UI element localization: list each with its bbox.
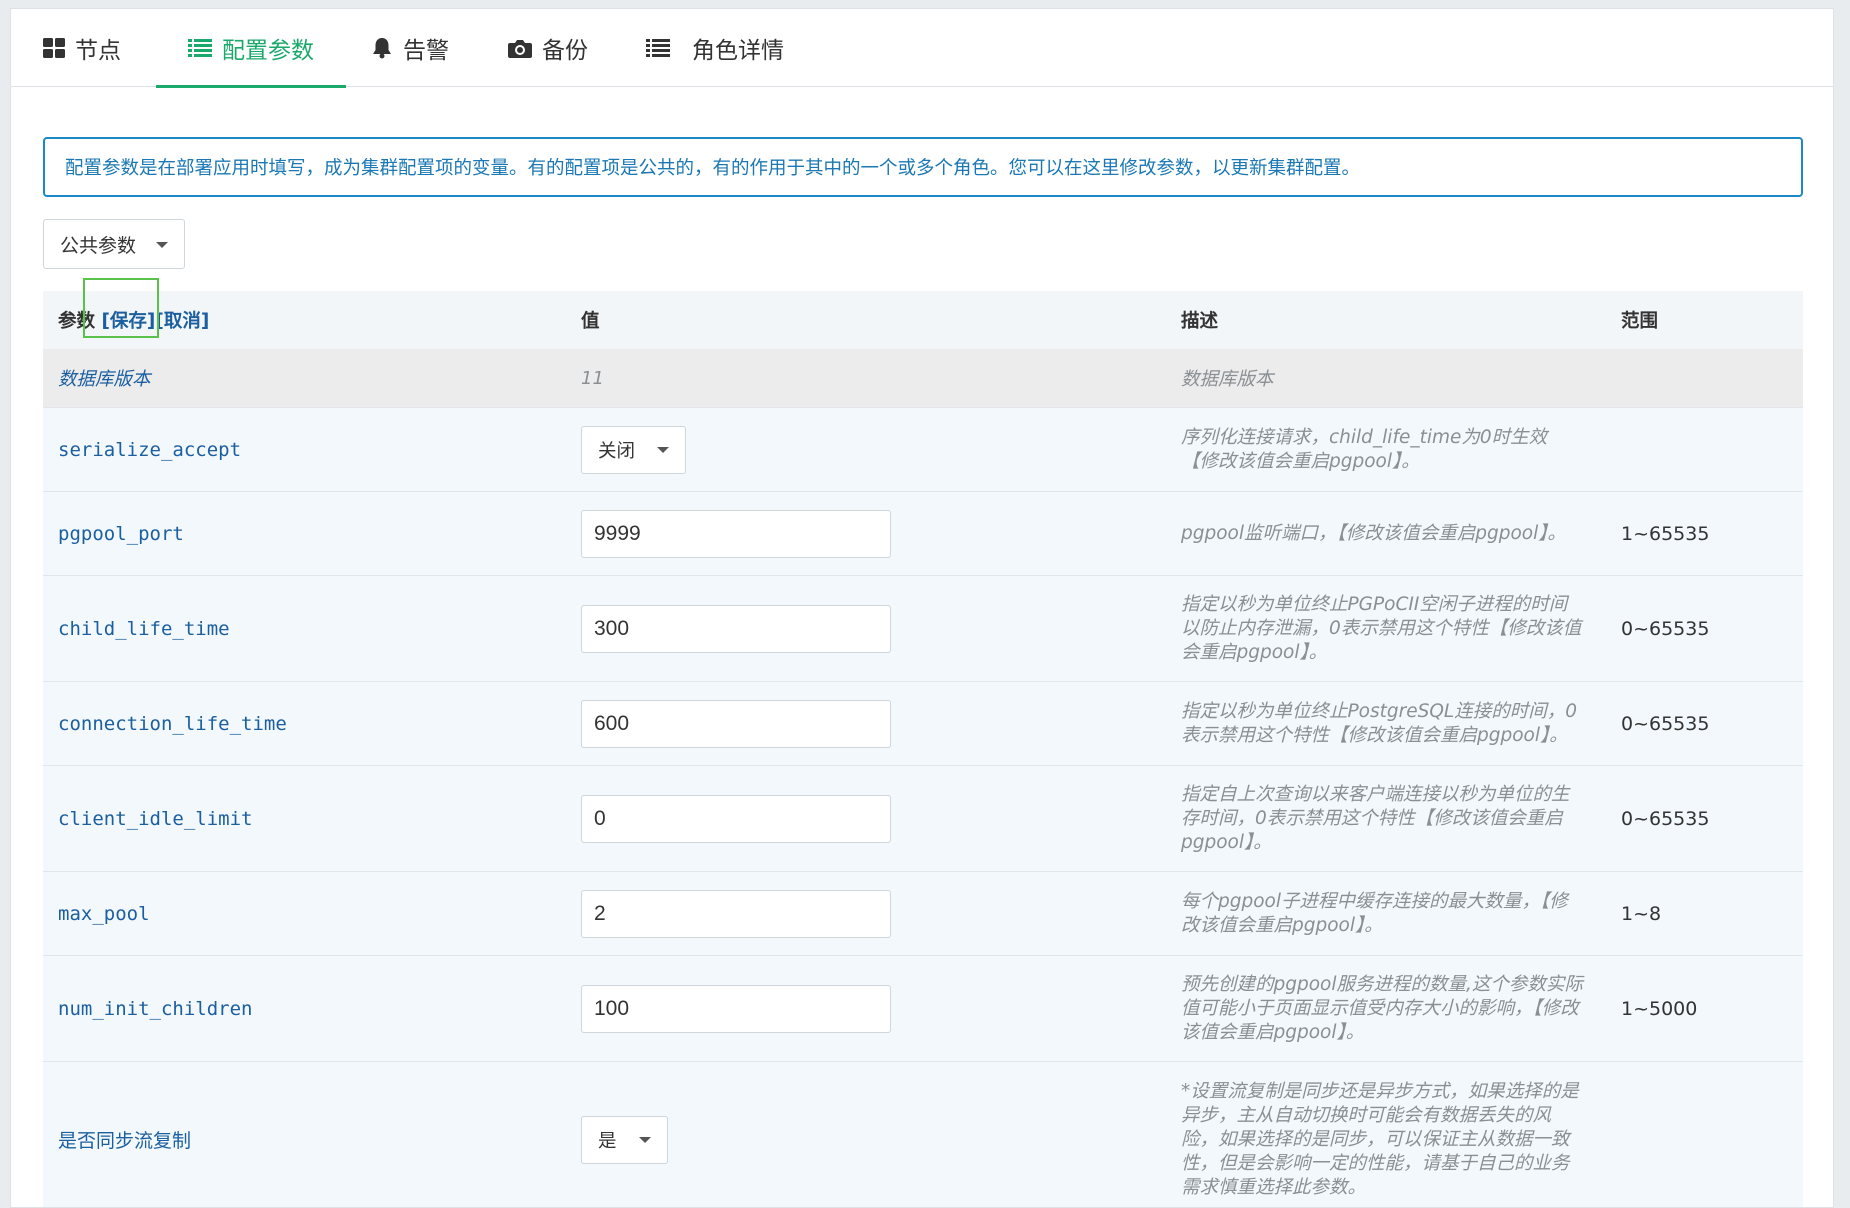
select-value: 是 — [598, 1127, 617, 1153]
params-table: 参数 [保存] [取消] 值 描述 范围 数据库版本 11 数据库版本 seri… — [43, 291, 1803, 1208]
camera-icon — [508, 38, 532, 58]
select-value: 关闭 — [598, 437, 635, 463]
grid-icon — [43, 38, 65, 58]
scope-select-value: 公共参数 — [60, 231, 136, 258]
param-value-cell — [566, 872, 1166, 956]
tab-alerts[interactable]: 告警 — [371, 9, 449, 87]
table-row: 是否同步流复制 是 *设置流复制是同步还是异步方式，如果选择的是异步，主从自动切… — [43, 1062, 1803, 1208]
table-header: 参数 [保存] [取消] 值 描述 范围 — [43, 291, 1803, 349]
scope-select[interactable]: 公共参数 — [43, 219, 185, 269]
tab-role-details[interactable]: 角色详情 — [646, 9, 784, 87]
param-name: num_init_children — [43, 956, 566, 1062]
param-desc: 指定以秒为单位终止PGPoCII空闲子进程的时间以防止内存泄漏，0表示禁用这个特… — [1166, 576, 1606, 682]
param-value-cell: 是 — [566, 1062, 1166, 1208]
tab-label: 配置参数 — [222, 31, 314, 65]
header-param-label: 参数 — [58, 311, 95, 332]
table-row-db-version: 数据库版本 11 数据库版本 — [43, 349, 1803, 408]
table-row: client_idle_limit 指定自上次查询以来客户端连接以秒为单位的生存… — [43, 766, 1803, 872]
header-param: 参数 [保存] [取消] — [43, 291, 566, 349]
param-value-cell: 关闭 — [566, 408, 1166, 492]
tab-label: 备份 — [542, 31, 588, 65]
header-value: 值 — [566, 291, 1166, 349]
pgpool-port-input[interactable] — [581, 510, 891, 558]
tab-label: 告警 — [403, 31, 449, 65]
bell-icon — [371, 37, 393, 59]
tab-label: 节点 — [75, 31, 121, 65]
num-init-children-input[interactable] — [581, 985, 891, 1033]
connection-life-time-input[interactable] — [581, 700, 891, 748]
caret-down-icon — [657, 447, 669, 453]
tab-bar: 节点 配置参数 告警 备份 角色详情 — [11, 9, 1833, 87]
tab-config-params[interactable]: 配置参数 — [188, 9, 314, 87]
param-range: 1~8 — [1606, 872, 1803, 956]
param-desc: 指定以秒为单位终止PostgreSQL连接的时间，0表示禁用这个特性【修改该值会… — [1166, 682, 1606, 766]
param-range: 0~65535 — [1606, 576, 1803, 682]
param-name: 是否同步流复制 — [43, 1062, 566, 1208]
tab-backup[interactable]: 备份 — [508, 9, 588, 87]
table-row: connection_life_time 指定以秒为单位终止PostgreSQL… — [43, 682, 1803, 766]
table-row: pgpool_port pgpool监听端口，【修改该值会重启pgpool】。 … — [43, 492, 1803, 576]
param-range — [1606, 349, 1803, 408]
param-range: 0~65535 — [1606, 682, 1803, 766]
table-row: serialize_accept 关闭 序列化连接请求，child_life_t… — [43, 408, 1803, 492]
table-row: max_pool 每个pgpool子进程中缓存连接的最大数量，【修改该值会重启p… — [43, 872, 1803, 956]
max-pool-input[interactable] — [581, 890, 891, 938]
param-range: 1~5000 — [1606, 956, 1803, 1062]
param-value-cell — [566, 766, 1166, 872]
param-name: 数据库版本 — [43, 349, 566, 408]
param-range: 0~65535 — [1606, 766, 1803, 872]
param-desc: 指定自上次查询以来客户端连接以秒为单位的生存时间，0表示禁用这个特性【修改该值会… — [1166, 766, 1606, 872]
tab-nodes[interactable]: 节点 — [43, 9, 121, 87]
save-link[interactable]: [保存] — [101, 311, 155, 332]
param-value-cell — [566, 576, 1166, 682]
table-row: num_init_children 预先创建的pgpool服务进程的数量,这个参… — [43, 956, 1803, 1062]
param-range: 1~65535 — [1606, 492, 1803, 576]
header-desc: 描述 — [1166, 291, 1606, 349]
caret-down-icon — [639, 1137, 651, 1143]
param-desc: pgpool监听端口，【修改该值会重启pgpool】。 — [1166, 492, 1606, 576]
info-notice: 配置参数是在部署应用时填写，成为集群配置项的变量。有的配置项是公共的，有的作用于… — [43, 137, 1803, 197]
param-desc: 预先创建的pgpool服务进程的数量,这个参数实际值可能小于页面显示值受内存大小… — [1166, 956, 1606, 1062]
notice-text: 配置参数是在部署应用时填写，成为集群配置项的变量。有的配置项是公共的，有的作用于… — [65, 154, 1360, 180]
cancel-link[interactable]: [取消] — [155, 311, 209, 332]
param-name: serialize_accept — [43, 408, 566, 492]
param-desc: 数据库版本 — [1166, 349, 1606, 408]
param-value-cell — [566, 682, 1166, 766]
sync-replication-select[interactable]: 是 — [581, 1116, 668, 1164]
param-value-cell — [566, 492, 1166, 576]
param-desc: *设置流复制是同步还是异步方式，如果选择的是异步，主从自动切换时可能会有数据丢失… — [1166, 1062, 1606, 1208]
param-name: max_pool — [43, 872, 566, 956]
param-name: pgpool_port — [43, 492, 566, 576]
serialize-accept-select[interactable]: 关闭 — [581, 426, 686, 474]
param-name: client_idle_limit — [43, 766, 566, 872]
child-life-time-input[interactable] — [581, 605, 891, 653]
client-idle-limit-input[interactable] — [581, 795, 891, 843]
param-value-cell — [566, 956, 1166, 1062]
config-panel: 节点 配置参数 告警 备份 角色详情 配置参数是 — [10, 8, 1834, 1208]
param-name: connection_life_time — [43, 682, 566, 766]
list-icon — [188, 38, 212, 58]
param-desc: 序列化连接请求，child_life_time为0时生效【修改该值会重启pgpo… — [1166, 408, 1606, 492]
list-icon — [646, 38, 670, 58]
param-range — [1606, 1062, 1803, 1208]
param-name: child_life_time — [43, 576, 566, 682]
table-row: child_life_time 指定以秒为单位终止PGPoCII空闲子进程的时间… — [43, 576, 1803, 682]
param-desc: 每个pgpool子进程中缓存连接的最大数量，【修改该值会重启pgpool】。 — [1166, 872, 1606, 956]
caret-down-icon — [156, 242, 168, 248]
header-range: 范围 — [1606, 291, 1803, 349]
param-range — [1606, 408, 1803, 492]
tab-label: 角色详情 — [692, 31, 784, 65]
param-value: 11 — [566, 349, 1166, 408]
